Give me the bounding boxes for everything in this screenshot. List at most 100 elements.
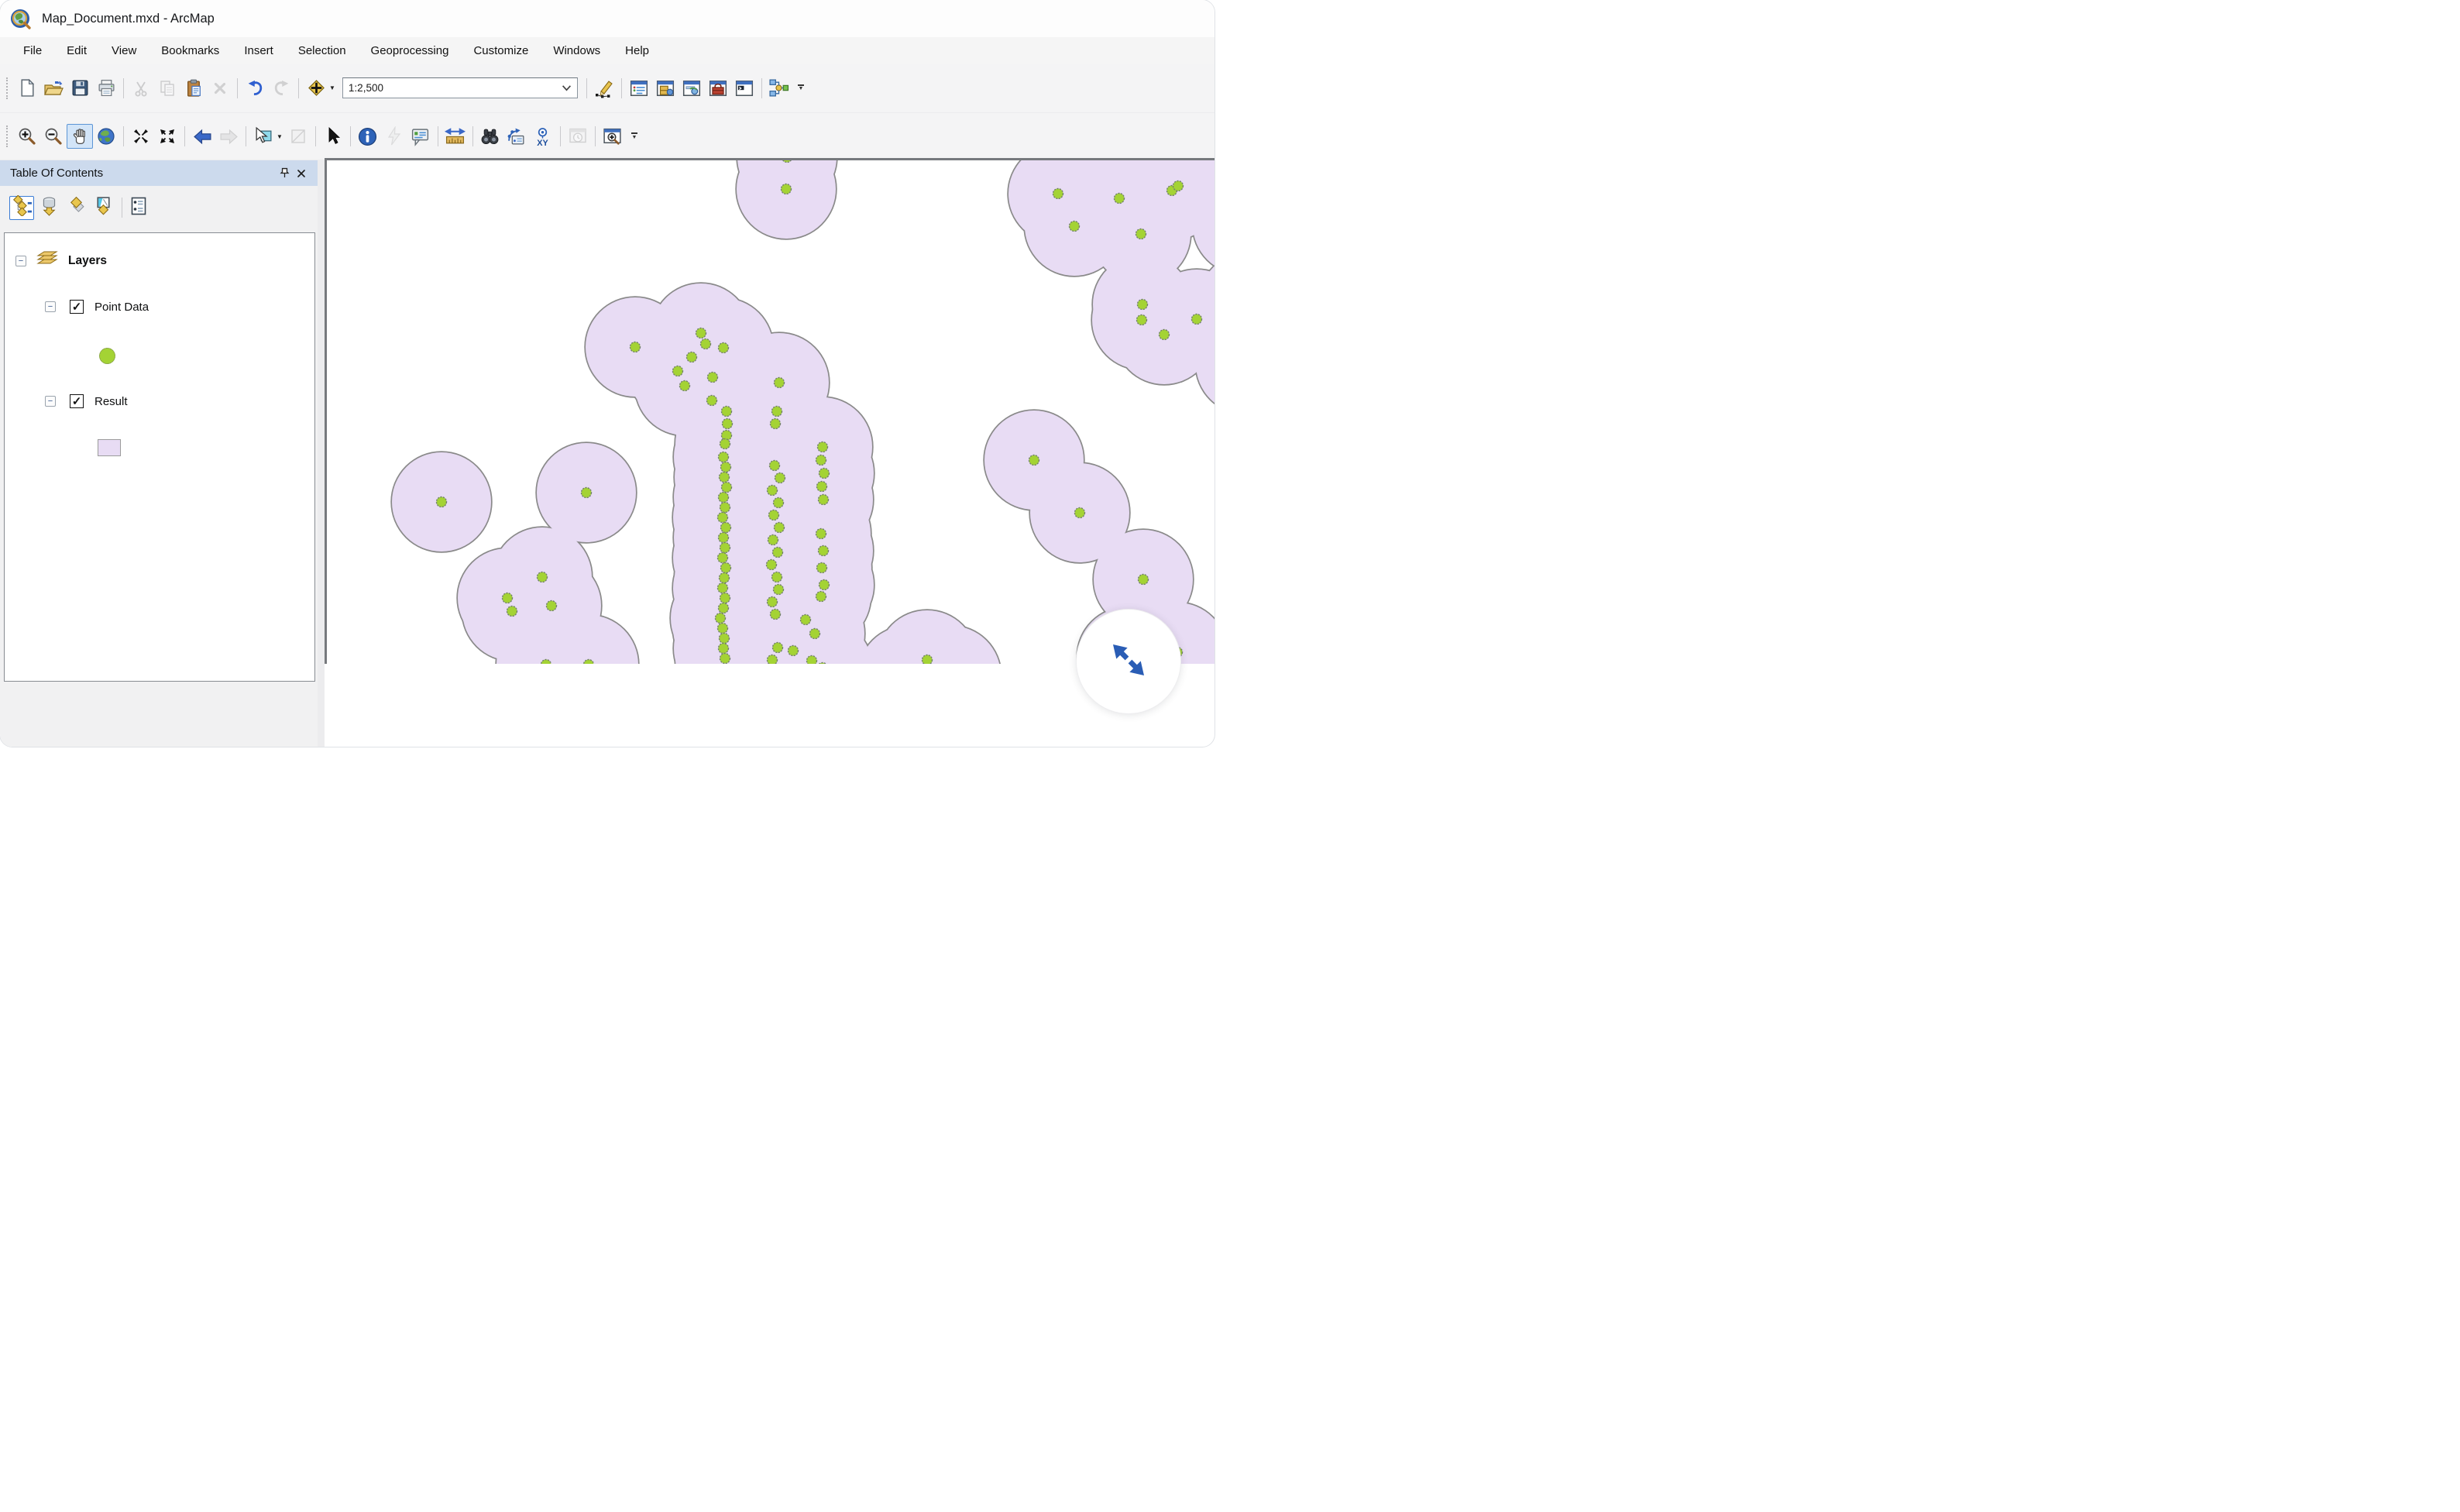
panel-splitter[interactable]	[318, 160, 325, 747]
go-back-extent-button[interactable]	[189, 124, 215, 149]
toc-options-button[interactable]	[126, 196, 151, 220]
resize-diagonal-icon	[1104, 635, 1153, 689]
menu-item-selection[interactable]: Selection	[286, 40, 359, 61]
undo-button[interactable]	[242, 76, 268, 101]
toc-options-icon	[129, 196, 149, 220]
collapse-icon[interactable]: −	[15, 255, 26, 266]
paste-button[interactable]	[180, 76, 207, 101]
table-of-contents-window-button[interactable]	[626, 76, 652, 101]
print-button[interactable]	[93, 76, 119, 101]
list-by-visibility-button[interactable]	[64, 196, 88, 220]
collapse-icon[interactable]: −	[45, 396, 56, 407]
arcmap-logo-icon	[9, 7, 33, 30]
map-scale-combo[interactable]: 1:2,500	[342, 77, 578, 98]
editor-toolbar-button[interactable]	[591, 76, 617, 101]
menu-item-view[interactable]: View	[99, 40, 149, 61]
menu-item-bookmarks[interactable]: Bookmarks	[149, 40, 232, 61]
point-symbol-swatch[interactable]	[99, 348, 115, 364]
clear-selected-features-button[interactable]	[285, 124, 311, 149]
layer-visibility-checkbox[interactable]: ✓	[70, 394, 84, 408]
viewer-window-button[interactable]	[600, 124, 626, 149]
select-elements-button[interactable]	[320, 124, 346, 149]
chevron-down-icon[interactable]	[562, 81, 572, 95]
list-by-source-button[interactable]	[36, 196, 61, 220]
time-slider-button[interactable]	[565, 124, 591, 149]
new-document-button[interactable]	[14, 76, 40, 101]
find-button[interactable]	[477, 124, 503, 149]
scale-value[interactable]: 1:2,500	[349, 82, 383, 94]
pan-button[interactable]	[67, 124, 93, 149]
win-search-icon	[682, 78, 702, 98]
toc-layer-row-point-data[interactable]: − ✓ Point Data	[45, 300, 149, 314]
toc-layer-label[interactable]: Point Data	[94, 301, 149, 314]
map-view[interactable]	[327, 160, 1215, 664]
menu-item-geoprocessing[interactable]: Geoprocessing	[359, 40, 462, 61]
toc-symbol-point[interactable]	[99, 348, 115, 364]
list-by-drawing-order-button[interactable]	[9, 194, 34, 220]
open-document-button[interactable]	[40, 76, 67, 101]
html-popup-button[interactable]	[407, 124, 434, 149]
layer-visibility-checkbox[interactable]: ✓	[70, 300, 84, 314]
full-extent-button[interactable]	[93, 124, 119, 149]
cursor-black-icon	[323, 126, 343, 146]
zoom-in-button[interactable]	[14, 124, 40, 149]
select-features-button[interactable]	[250, 124, 277, 149]
copy-button[interactable]	[154, 76, 180, 101]
toc-root-row[interactable]: − Layers	[15, 249, 107, 273]
catalog-window-button[interactable]	[652, 76, 679, 101]
menu-item-windows[interactable]: Windows	[541, 40, 613, 61]
toolbar-separator	[594, 126, 596, 146]
save-document-button[interactable]	[67, 76, 93, 101]
scissors-icon	[132, 79, 150, 98]
toc-symbol-polygon[interactable]	[98, 439, 121, 456]
measure-button[interactable]	[442, 124, 469, 149]
model-builder-button[interactable]	[766, 76, 792, 101]
cut-button[interactable]	[128, 76, 154, 101]
find-route-button[interactable]	[503, 124, 530, 149]
toolbar-separator	[586, 77, 587, 98]
zoom-out-button[interactable]	[40, 124, 67, 149]
table-of-contents-panel: Table Of Contents − Layers − ✓ Point Dat…	[0, 160, 318, 747]
menu-item-customize[interactable]: Customize	[461, 40, 541, 61]
fixed-zoom-out-button[interactable]	[154, 124, 180, 149]
delete-button[interactable]	[207, 76, 233, 101]
fixed-zoom-in-button[interactable]	[128, 124, 154, 149]
identify-button[interactable]	[355, 124, 381, 149]
back-arrow-icon	[192, 126, 213, 147]
close-icon[interactable]	[293, 165, 310, 182]
search-window-button[interactable]	[679, 76, 705, 101]
toc-layer-row-result[interactable]: − ✓ Result	[45, 394, 128, 408]
go-forward-extent-button[interactable]	[215, 124, 242, 149]
polygon-symbol-swatch[interactable]	[98, 439, 121, 456]
menu-item-edit[interactable]: Edit	[54, 40, 99, 61]
collapse-icon[interactable]: −	[45, 301, 56, 312]
redo-button[interactable]	[268, 76, 294, 101]
win-toolbox-icon	[708, 78, 728, 98]
toolbar-grip[interactable]	[6, 125, 9, 147]
arctoolbox-window-button[interactable]	[705, 76, 731, 101]
binoculars-icon	[479, 126, 500, 147]
python-window-button[interactable]	[731, 76, 758, 101]
toolbar-separator	[314, 126, 316, 146]
list-by-selection-button[interactable]	[91, 196, 115, 220]
go-to-xy-button[interactable]: XY	[530, 124, 556, 149]
editor-pencil-icon	[594, 78, 614, 98]
add-data-dropdown-caret[interactable]: ▼	[329, 84, 335, 91]
toolbar-overflow-button[interactable]: ▼	[795, 78, 806, 98]
toolbar-grip[interactable]	[6, 77, 9, 99]
redo-arrow-icon	[272, 78, 291, 98]
pin-icon[interactable]	[276, 165, 293, 182]
toolbar-overflow-button[interactable]: ▼	[629, 126, 640, 146]
add-data-button[interactable]	[303, 76, 329, 101]
menu-item-file[interactable]: File	[11, 40, 54, 61]
hyperlink-button[interactable]	[381, 124, 407, 149]
toc-root-label[interactable]: Layers	[68, 254, 107, 268]
arrows-inward-icon	[131, 126, 151, 146]
win-python-icon	[734, 78, 754, 98]
menu-item-help[interactable]: Help	[613, 40, 661, 61]
expand-button[interactable]	[1076, 609, 1181, 714]
menu-item-insert[interactable]: Insert	[232, 40, 286, 61]
select-features-dropdown-caret[interactable]: ▼	[277, 133, 283, 140]
toc-layer-label[interactable]: Result	[94, 395, 128, 408]
toc-selection-icon	[93, 195, 114, 220]
